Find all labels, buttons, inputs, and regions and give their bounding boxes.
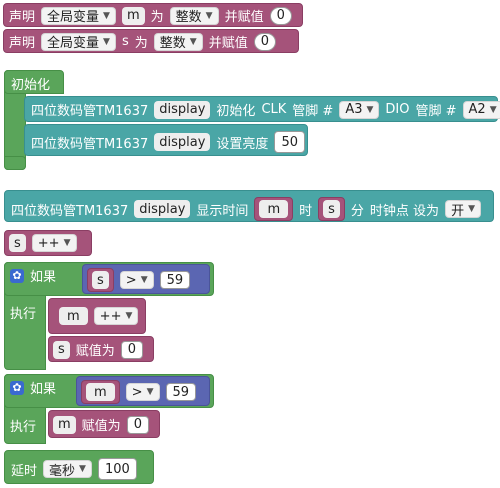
delay-label: 延时 [11, 463, 38, 479]
hour-label: 时 [299, 203, 313, 219]
brightness-action: 设置亮度 [216, 136, 269, 152]
delay-unit-dropdown[interactable]: 毫秒 ▼ [43, 460, 92, 479]
compare-left-slot[interactable]: s [87, 268, 114, 292]
delay-value-input[interactable]: 100 [97, 458, 137, 480]
device-label: 四位数码管TM1637 [11, 203, 129, 219]
assign-value-input[interactable]: 0 [126, 415, 149, 434]
setup-title: 初始化 [11, 78, 51, 93]
device-label: 四位数码管TM1637 [31, 136, 149, 152]
chevron-down-icon: ▼ [125, 311, 133, 321]
clk-label: CLK [261, 102, 287, 117]
compare-left-slot[interactable]: m [81, 380, 120, 404]
assign-label: 并赋值 [208, 36, 248, 51]
display-var-field[interactable]: display [154, 100, 211, 119]
declare-block-m[interactable]: 声明 全局变量 ▼ m 为 整数 ▼ 并赋值 0 [3, 3, 303, 27]
op-dropdown[interactable]: ++ ▼ [93, 307, 139, 325]
clk-pin-dropdown[interactable]: A3 ▼ [339, 100, 380, 119]
show-time-action: 显示时间 [196, 203, 249, 219]
setup-footer [4, 156, 26, 170]
type-dropdown[interactable]: 整数 ▼ [169, 6, 219, 25]
setup-header[interactable]: 初始化 [4, 70, 64, 94]
if-label: 如果 [30, 382, 57, 397]
compare-value-input[interactable]: 59 [165, 383, 197, 401]
display-var-field[interactable]: display [134, 200, 191, 218]
dio-pin-dropdown[interactable]: A2 ▼ [462, 100, 500, 119]
chevron-down-icon: ▼ [468, 204, 475, 214]
value-input[interactable]: 0 [269, 6, 292, 25]
type-dropdown[interactable]: 整数 ▼ [153, 32, 203, 51]
device-label: 四位数码管TM1637 [31, 104, 149, 119]
assign-label: 并赋值 [224, 10, 264, 25]
pin-label: 管脚 # [292, 104, 334, 119]
assign-value-input[interactable]: 0 [120, 340, 144, 359]
assign-label: 赋值为 [81, 419, 121, 434]
declare-verb: 为 [134, 36, 148, 51]
assign-m-block[interactable]: m 赋值为 0 [48, 410, 160, 438]
init-action: 初始化 [216, 104, 256, 119]
if-label: 如果 [30, 270, 57, 285]
chevron-down-icon: ▼ [140, 275, 148, 285]
chevron-down-icon: ▼ [366, 104, 374, 115]
chevron-down-icon: ▼ [205, 10, 213, 21]
var-field[interactable]: m [59, 307, 88, 325]
pin-label: 管脚 # [415, 104, 457, 119]
declare-block-s[interactable]: 声明 全局变量 ▼ s 为 整数 ▼ 并赋值 0 [3, 29, 299, 53]
compare-var[interactable]: m [86, 383, 115, 401]
chevron-down-icon: ▼ [103, 10, 110, 21]
declare-verb: 为 [150, 10, 164, 25]
compare-var[interactable]: s [92, 271, 109, 289]
increment-m-block[interactable]: m ++ ▼ [48, 298, 146, 334]
do-label: 执行 [10, 420, 37, 435]
op-dropdown[interactable]: ++ ▼ [31, 234, 77, 252]
compare-block-2[interactable]: m > ▼ 59 [76, 376, 210, 406]
colon-label: 时钟点 设为 [369, 203, 440, 219]
hour-var[interactable]: m [259, 200, 289, 218]
delay-block[interactable]: 延时 毫秒 ▼ 100 [4, 450, 154, 484]
var-field[interactable]: s [53, 340, 70, 359]
tm1637-brightness-block[interactable]: 四位数码管TM1637 display 设置亮度 50 [24, 124, 308, 156]
declare-label: 声明 [9, 36, 36, 51]
minute-var[interactable]: s [323, 200, 340, 218]
increment-s-block[interactable]: s ++ ▼ [4, 230, 92, 256]
brightness-input[interactable]: 50 [274, 131, 305, 153]
assign-label: 赋值为 [75, 344, 115, 359]
colon-dropdown[interactable]: 开 ▼ [445, 200, 481, 219]
declare-label: 声明 [9, 10, 36, 25]
chevron-down-icon: ▼ [489, 104, 497, 115]
var-field[interactable]: s [9, 234, 26, 252]
dio-label: DIO [385, 102, 410, 117]
var-field[interactable]: m [53, 415, 76, 434]
minute-label: 分 [350, 203, 364, 219]
tm1637-init-block[interactable]: 四位数码管TM1637 display 初始化 CLK 管脚 # A3 ▼ DIO… [24, 96, 500, 122]
hour-var-slot[interactable]: m [254, 197, 294, 221]
chevron-down-icon: ▼ [146, 387, 154, 397]
tm1637-show-time-block[interactable]: 四位数码管TM1637 display 显示时间 m 时 s 分 时钟点 设为 … [4, 190, 494, 222]
display-var-field[interactable]: display [154, 133, 211, 151]
minute-var-slot[interactable]: s [318, 197, 345, 221]
compare-op-dropdown[interactable]: > ▼ [119, 271, 154, 289]
value-input[interactable]: 0 [253, 32, 276, 51]
compare-block-1[interactable]: s > ▼ 59 [82, 264, 210, 294]
gear-icon[interactable]: ✿ [10, 380, 24, 395]
assign-s-block[interactable]: s 赋值为 0 [48, 336, 154, 362]
var-name-field[interactable]: m [121, 6, 145, 25]
chevron-down-icon: ▼ [103, 36, 110, 47]
chevron-down-icon: ▼ [63, 238, 71, 248]
chevron-down-icon: ▼ [189, 36, 197, 47]
do-label: 执行 [10, 307, 37, 322]
compare-op-dropdown[interactable]: > ▼ [125, 383, 160, 401]
scope-dropdown[interactable]: 全局变量 ▼ [41, 32, 116, 51]
chevron-down-icon: ▼ [79, 464, 86, 474]
compare-value-input[interactable]: 59 [159, 271, 191, 289]
gear-icon[interactable]: ✿ [10, 268, 24, 283]
scope-dropdown[interactable]: 全局变量 ▼ [41, 6, 116, 25]
var-name-field[interactable]: s [122, 34, 129, 49]
